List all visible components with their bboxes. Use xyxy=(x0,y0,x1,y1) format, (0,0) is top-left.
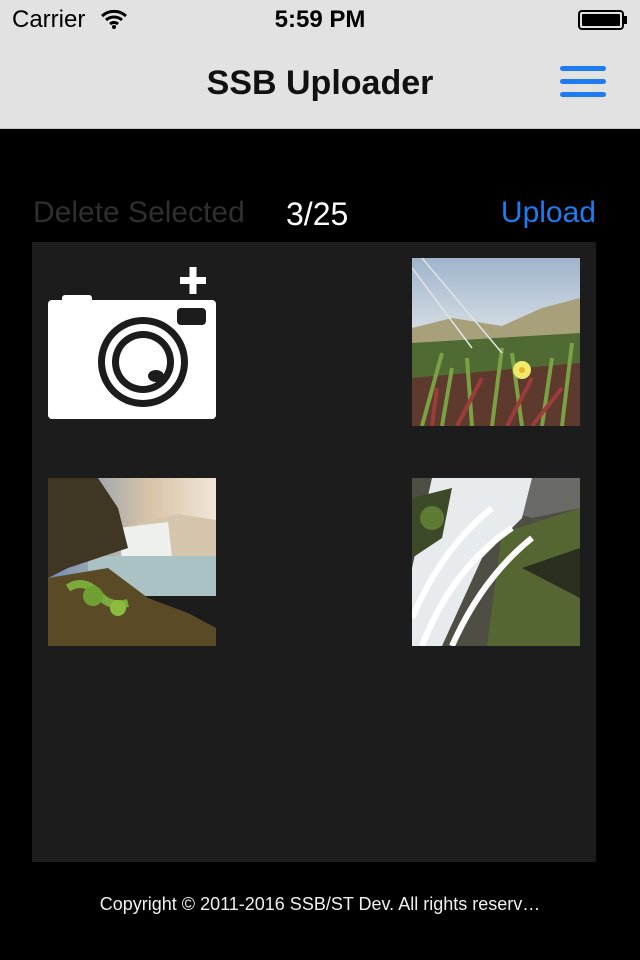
photo-waterfall-rocks[interactable] xyxy=(412,478,580,646)
delete-selected-button[interactable]: Delete Selected xyxy=(33,196,245,230)
photo-waterfall-cliff-image xyxy=(48,478,216,646)
photo-flowers-dunes[interactable] xyxy=(412,258,580,426)
page-title: SSB Uploader xyxy=(206,64,434,102)
camera-plus-icon xyxy=(48,267,216,419)
battery-icon xyxy=(578,10,627,30)
copyright-text: Copyright © 2011-2016 SSB/ST Dev. All ri… xyxy=(99,894,541,914)
upload-button[interactable]: Upload xyxy=(501,196,596,230)
photo-flowers-dunes-image xyxy=(412,258,580,426)
status-time: 5:59 PM xyxy=(274,6,366,33)
hamburger-menu-icon[interactable] xyxy=(560,64,610,100)
photo-waterfall-rocks-image xyxy=(412,478,580,646)
photo-waterfall-cliff[interactable] xyxy=(48,478,216,646)
photo-grid xyxy=(32,242,596,862)
photo-counter: 3/25 xyxy=(286,196,349,232)
status-bar: Carrier 5:59 PM xyxy=(0,0,640,40)
navigation-bar: SSB Uploader xyxy=(0,40,640,129)
add-photo-button[interactable] xyxy=(48,258,216,426)
